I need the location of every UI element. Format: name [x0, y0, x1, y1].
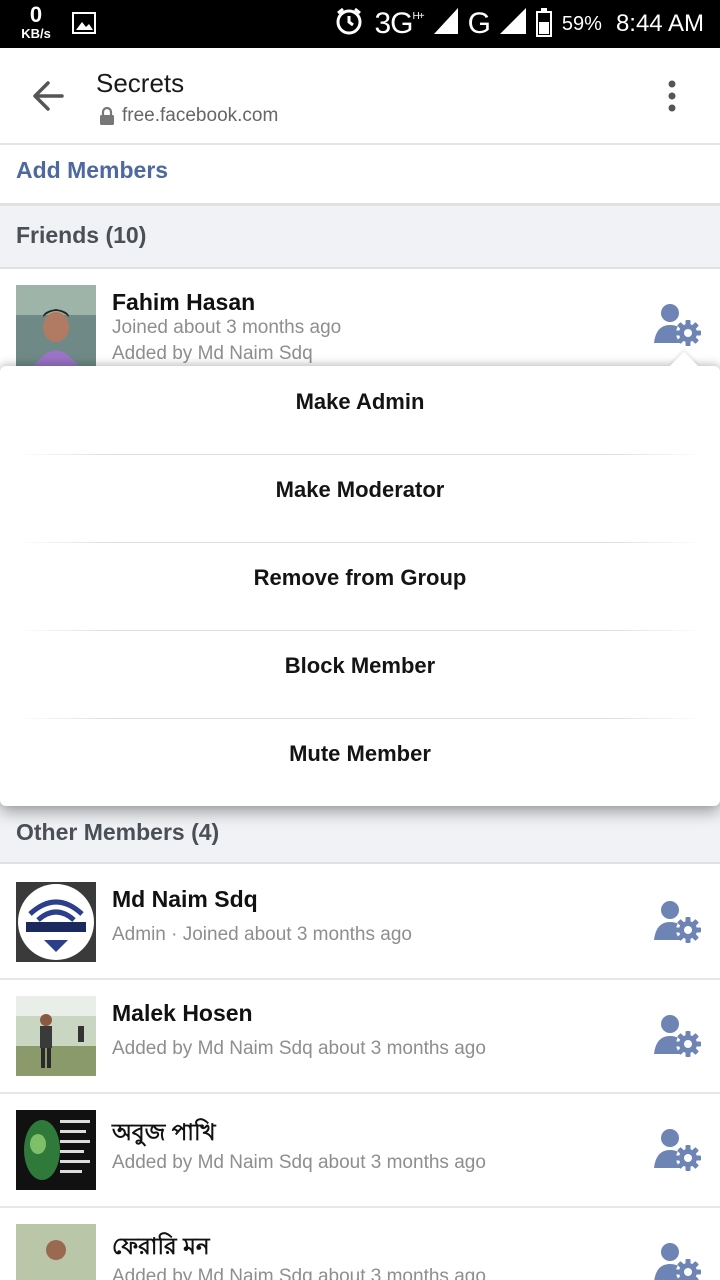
- network-speed: 0 KB/s: [16, 2, 56, 41]
- member-name[interactable]: Malek Hosen: [112, 1000, 253, 1027]
- block-member-button[interactable]: Block Member: [0, 630, 720, 718]
- make-admin-button[interactable]: Make Admin: [0, 366, 720, 454]
- network-sup: H+: [412, 11, 425, 22]
- url-text: free.facebook.com: [122, 105, 279, 126]
- add-members-row[interactable]: Add Members: [0, 145, 720, 205]
- network-label: 3G: [374, 7, 413, 40]
- app-bar: Secrets free.facebook.com: [0, 48, 720, 145]
- member-subtitle: Added by Md Naim Sdq about 3 months ago: [112, 1152, 486, 1173]
- list-item[interactable]: Md Naim Sdq Admin · Joined about 3 month…: [0, 866, 720, 980]
- signal-icon-2: [499, 7, 526, 41]
- signal-icon: [433, 7, 458, 41]
- member-name[interactable]: অবুজ পাখি: [112, 1114, 216, 1153]
- member-added-by: Added by Md Naim Sdq: [112, 343, 313, 364]
- avatar: [16, 285, 96, 366]
- member-name[interactable]: Md Naim Sdq: [112, 886, 258, 913]
- member-name[interactable]: ফেরারি মন: [112, 1228, 210, 1267]
- status-bar: 0 KB/s 3GH+ G 59% 8:44 AM: [0, 0, 720, 48]
- friends-header-label: Friends (10): [16, 222, 147, 248]
- battery-percent: 59%: [561, 12, 602, 35]
- member-settings-icon[interactable]: [652, 1238, 704, 1280]
- member-subtitle: Admin · Joined about 3 months ago: [112, 924, 412, 945]
- make-moderator-button[interactable]: Make Moderator: [0, 454, 720, 542]
- other-members-section-header: Other Members (4): [0, 800, 720, 864]
- member-joined: Joined about 3 months ago: [112, 317, 342, 338]
- add-members-link[interactable]: Add Members: [16, 157, 168, 184]
- mute-member-button[interactable]: Mute Member: [0, 718, 720, 806]
- member-settings-icon[interactable]: [652, 896, 704, 948]
- more-vertical-icon[interactable]: [660, 78, 684, 118]
- battery-icon: [535, 8, 552, 37]
- page-url: free.facebook.com: [98, 105, 278, 127]
- member-settings-icon[interactable]: [652, 299, 704, 351]
- network-type-2: G: [467, 7, 491, 40]
- list-item[interactable]: Fahim Hasan Joined about 3 months ago Ad…: [0, 269, 720, 366]
- friends-section-header: Friends (10): [0, 205, 720, 269]
- list-item[interactable]: Malek Hosen Added by Md Naim Sdq about 3…: [0, 980, 720, 1094]
- gallery-icon: [72, 12, 96, 34]
- alarm-icon: [334, 6, 364, 43]
- member-settings-icon[interactable]: [652, 1124, 704, 1176]
- arrow-left-icon[interactable]: [28, 76, 68, 116]
- member-actions-popup: Make Admin Make Moderator Remove from Gr…: [0, 351, 720, 806]
- avatar: [16, 996, 96, 1076]
- avatar: [16, 882, 96, 962]
- list-item[interactable]: অবুজ পাখি Added by Md Naim Sdq about 3 m…: [0, 1094, 720, 1208]
- list-item[interactable]: ফেরারি মন Added by Md Naim Sdq about 3 m…: [0, 1208, 720, 1280]
- member-subtitle: Added by Md Naim Sdq about 3 months ago: [112, 1038, 486, 1059]
- page-title: Secrets: [96, 68, 185, 98]
- avatar: [16, 1110, 96, 1190]
- member-subtitle: Added by Md Naim Sdq about 3 months ago: [112, 1266, 486, 1280]
- clock: 8:44 AM: [615, 10, 704, 37]
- member-settings-icon[interactable]: [652, 1010, 704, 1062]
- member-name[interactable]: Fahim Hasan: [112, 289, 255, 316]
- lock-icon: [98, 106, 116, 125]
- network-type: 3GH+: [374, 7, 425, 41]
- speed-value: 0: [29, 2, 43, 27]
- remove-from-group-button[interactable]: Remove from Group: [0, 542, 720, 630]
- other-members-header-label: Other Members (4): [16, 819, 220, 845]
- speed-unit: KB/s: [21, 26, 51, 41]
- avatar: [16, 1224, 96, 1280]
